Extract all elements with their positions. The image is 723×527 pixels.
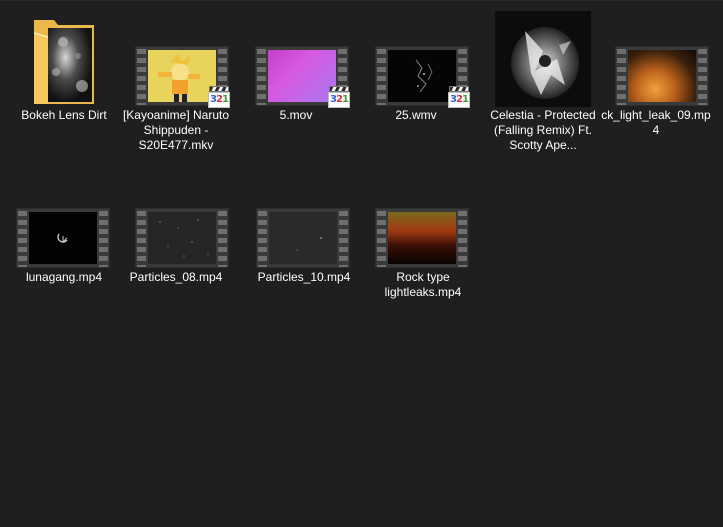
file-item-lunagang[interactable]: lunagang.mp4 <box>8 176 120 286</box>
file-item-particles-08[interactable]: Particles_08.mp4 <box>120 176 232 286</box>
film-strip-icon <box>8 176 120 272</box>
file-name-label: [Kayoanime] Naruto Shippuden - S20E477.m… <box>122 108 230 152</box>
mpc-321-badge-icon: 321 <box>328 86 350 108</box>
file-item-5-mov[interactable]: 321 5.mov <box>240 14 352 124</box>
file-name-label: Celestia - Protected (Falling Remix) Ft.… <box>490 108 596 152</box>
file-item-particles-10[interactable]: Particles_10.mp4 <box>248 176 360 286</box>
album-art-thumbnail <box>487 11 599 107</box>
file-name-label: 5.mov <box>279 108 313 122</box>
film-strip-icon <box>248 176 360 272</box>
film-strip-icon: 321 <box>120 14 232 110</box>
top-divider <box>0 0 723 1</box>
file-name-label: Bokeh Lens Dirt <box>21 108 107 122</box>
file-explorer-icon-view: Bokeh Lens Dirt 321 [Kayoanime] Naruto S… <box>0 0 723 527</box>
file-item-bokeh-lens-dirt[interactable]: Bokeh Lens Dirt <box>8 14 120 124</box>
file-name-label: ck_light_leak_09.mp4 <box>601 108 711 137</box>
file-name-label: Particles_08.mp4 <box>129 270 223 284</box>
mpc-321-badge-icon: 321 <box>448 86 470 108</box>
file-item-ck-light-leak-09[interactable]: ck_light_leak_09.mp4 <box>600 14 712 137</box>
file-name-label: lunagang.mp4 <box>25 270 103 284</box>
file-name-label: Rock type lightleaks.mp4 <box>384 270 462 299</box>
file-item-25-wmv[interactable]: 321 25.wmv <box>360 14 472 124</box>
mpc-321-badge-icon: 321 <box>208 86 230 108</box>
file-item-celestia[interactable]: Celestia - Protected (Falling Remix) Ft.… <box>487 11 599 171</box>
file-name-label: Particles_10.mp4 <box>257 270 351 284</box>
file-name-label: 25.wmv <box>395 108 437 122</box>
film-strip-icon: 321 <box>360 14 472 110</box>
file-item-rock-type-lightleaks[interactable]: Rock type lightleaks.mp4 <box>367 176 479 306</box>
file-item-naruto-mkv[interactable]: 321 [Kayoanime] Naruto Shippuden - S20E4… <box>120 14 232 174</box>
folder-icon <box>8 14 120 110</box>
film-strip-icon <box>367 176 479 272</box>
film-strip-icon: 321 <box>240 14 352 110</box>
film-strip-icon <box>120 176 232 272</box>
film-strip-icon <box>600 14 712 110</box>
